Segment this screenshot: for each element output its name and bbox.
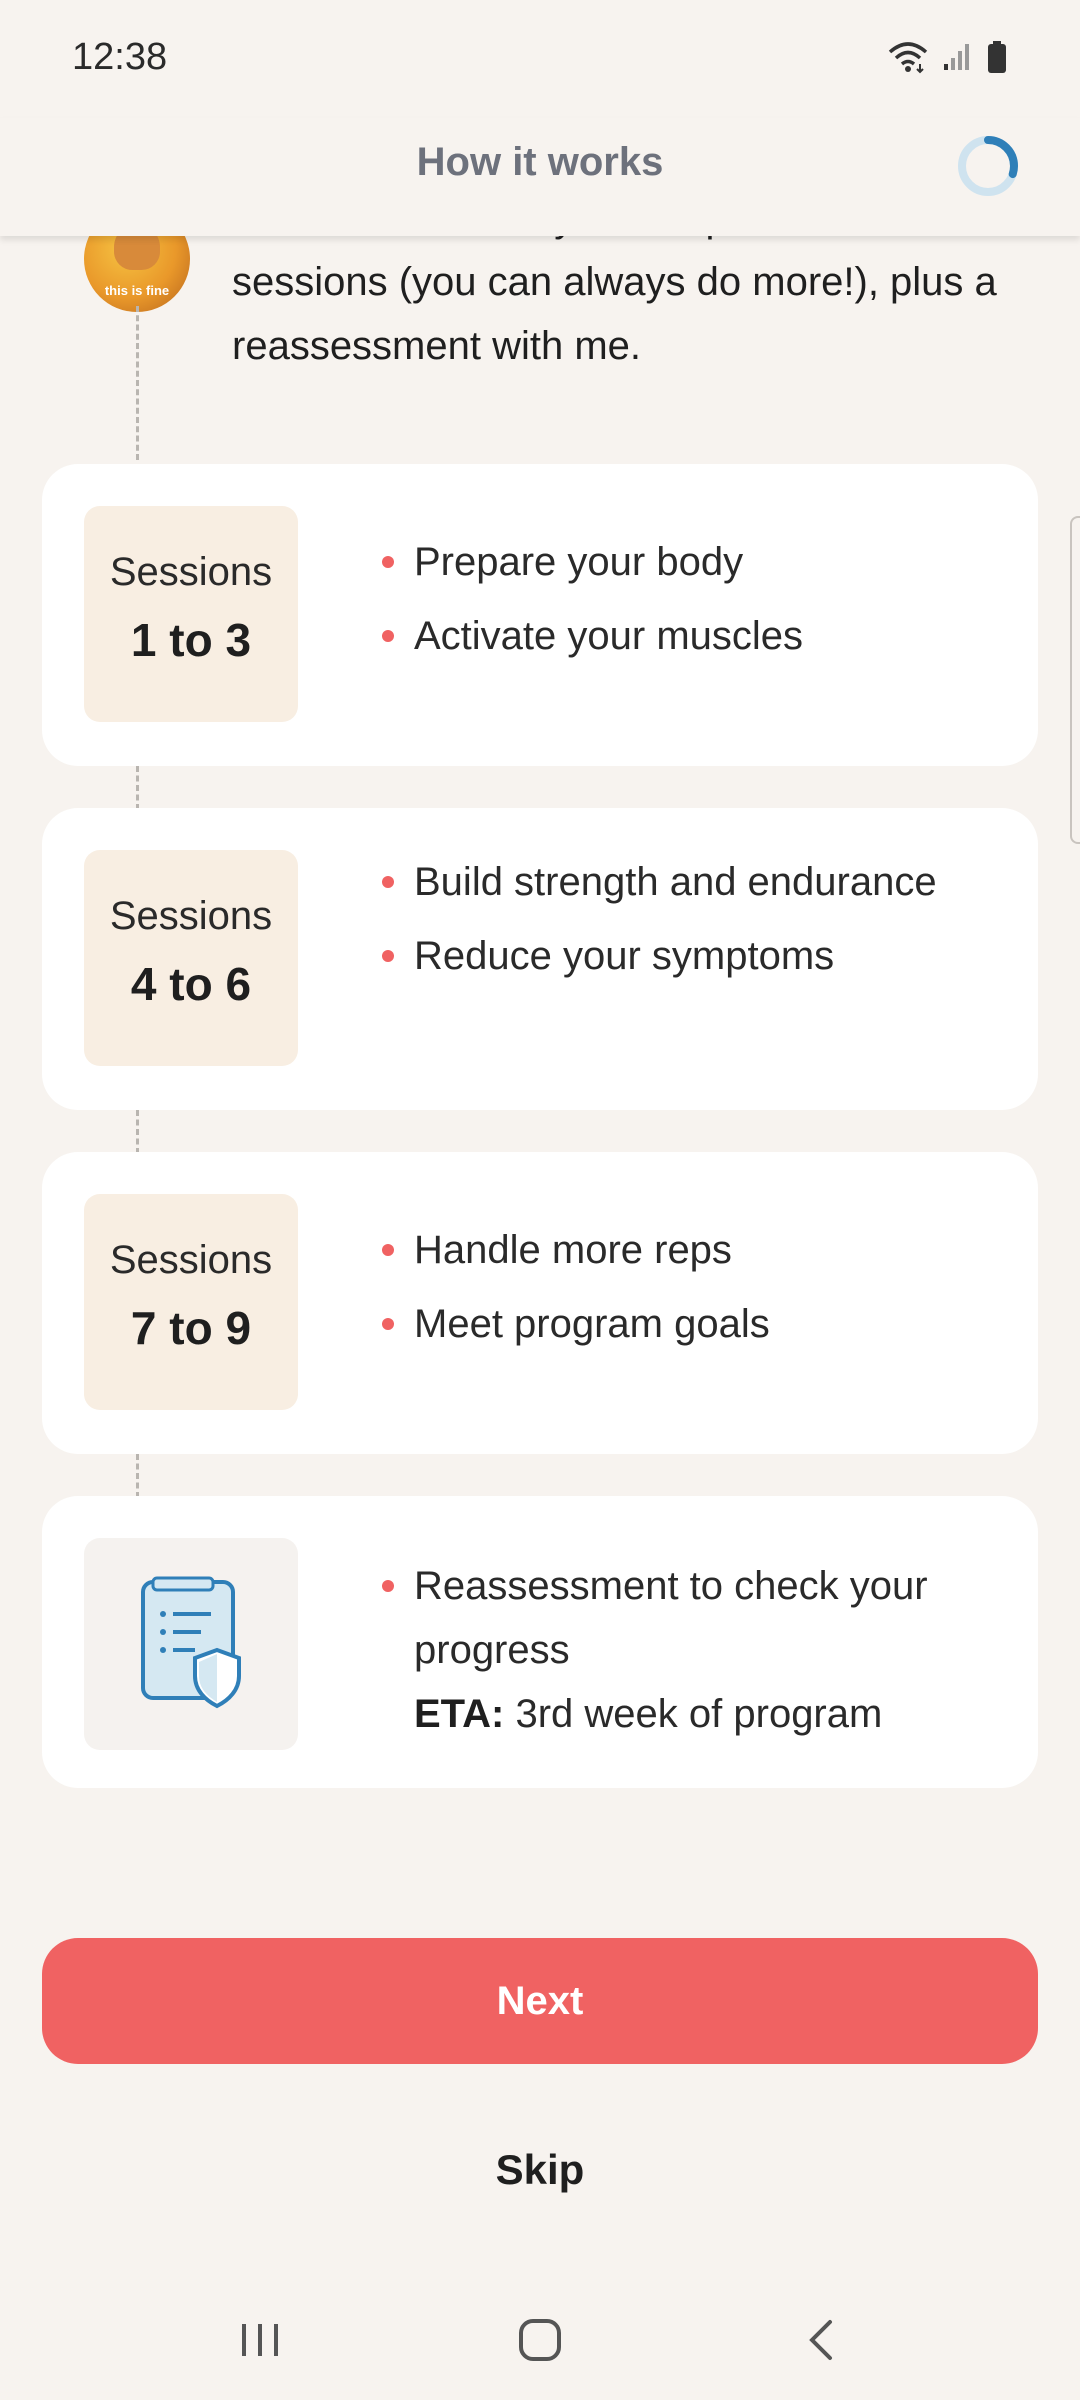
scroll-indicator[interactable] bbox=[1070, 516, 1080, 844]
skip-button[interactable]: Skip bbox=[390, 2130, 690, 2210]
status-icons bbox=[888, 40, 1008, 74]
intro-text: For best results, try to complete at lea… bbox=[232, 236, 997, 368]
dog-illustration bbox=[114, 236, 160, 270]
signal-icon bbox=[944, 44, 969, 70]
scroll-content[interactable]: this is fine For best results, try to co… bbox=[0, 236, 1080, 1836]
phase-goal-item: Handle more reps bbox=[372, 1218, 1012, 1282]
timeline-connector bbox=[136, 1454, 139, 1498]
home-icon bbox=[519, 2319, 561, 2361]
next-button[interactable]: Next bbox=[42, 1938, 1038, 2064]
back-button[interactable] bbox=[760, 2300, 880, 2380]
recent-apps-icon bbox=[242, 2324, 278, 2356]
session-range: 1 to 3 bbox=[130, 614, 252, 666]
status-time: 12:38 bbox=[72, 36, 168, 78]
avatar: this is fine bbox=[84, 236, 190, 312]
page-title: How it works bbox=[416, 140, 664, 184]
home-button[interactable] bbox=[480, 2300, 600, 2380]
session-label: Sessions bbox=[109, 550, 273, 594]
phase-goal-item: Meet program goals bbox=[372, 1292, 1012, 1356]
session-range: 7 to 9 bbox=[130, 1302, 252, 1354]
phase-goal-item: Reduce your symptoms bbox=[372, 924, 1012, 988]
battery-icon bbox=[988, 41, 1006, 73]
status-bar: 12:38 bbox=[0, 0, 1080, 118]
phase-goals: Prepare your body Activate your muscles bbox=[372, 530, 1012, 678]
reassessment-item: Reassessment to check your progress bbox=[372, 1554, 1012, 1682]
avatar-caption: this is fine bbox=[104, 283, 170, 298]
phase-goal-item: Build strength and endurance bbox=[372, 850, 1012, 914]
phase-goals: Build strength and endurance Reduce your… bbox=[372, 850, 1012, 998]
eta-label: ETA: bbox=[414, 1692, 505, 1736]
system-nav-bar bbox=[0, 2280, 1080, 2400]
phase-card: Sessions 7 to 9 Handle more reps Meet pr… bbox=[42, 1152, 1038, 1454]
phase-card: Sessions 4 to 6 Build strength and endur… bbox=[42, 808, 1038, 1110]
timeline-connector bbox=[136, 306, 139, 460]
session-label: Sessions bbox=[109, 1238, 273, 1282]
eta-value: 3rd week of program bbox=[515, 1692, 883, 1736]
phase-card: Sessions 1 to 3 Prepare your body Activa… bbox=[42, 464, 1038, 766]
reassessment-details: Reassessment to check your progress bbox=[372, 1554, 1012, 1692]
phase-goals: Handle more reps Meet program goals bbox=[372, 1218, 1012, 1366]
progress-ring-icon bbox=[958, 136, 1018, 196]
reassessment-card: Reassessment to check your progress ETA:… bbox=[42, 1496, 1038, 1788]
session-range-box: Sessions 1 to 3 bbox=[84, 506, 298, 722]
session-label: Sessions bbox=[109, 894, 273, 938]
wifi-icon bbox=[888, 42, 928, 74]
session-range: 4 to 6 bbox=[130, 958, 252, 1010]
session-range-box: Sessions 7 to 9 bbox=[84, 1194, 298, 1410]
back-icon bbox=[809, 2320, 832, 2360]
reassessment-icon-box bbox=[84, 1538, 298, 1750]
phase-goal-item: Activate your muscles bbox=[372, 604, 1012, 668]
phase-goal-item: Prepare your body bbox=[372, 530, 1012, 594]
header: How it works bbox=[0, 118, 1080, 236]
recent-apps-button[interactable] bbox=[200, 2300, 320, 2380]
timeline-connector bbox=[136, 1110, 139, 1154]
document-shield-icon bbox=[141, 1576, 241, 1709]
timeline-connector bbox=[136, 766, 139, 810]
eta-line: ETA: 3rd week of program bbox=[372, 1682, 882, 1746]
session-range-box: Sessions 4 to 6 bbox=[84, 850, 298, 1066]
